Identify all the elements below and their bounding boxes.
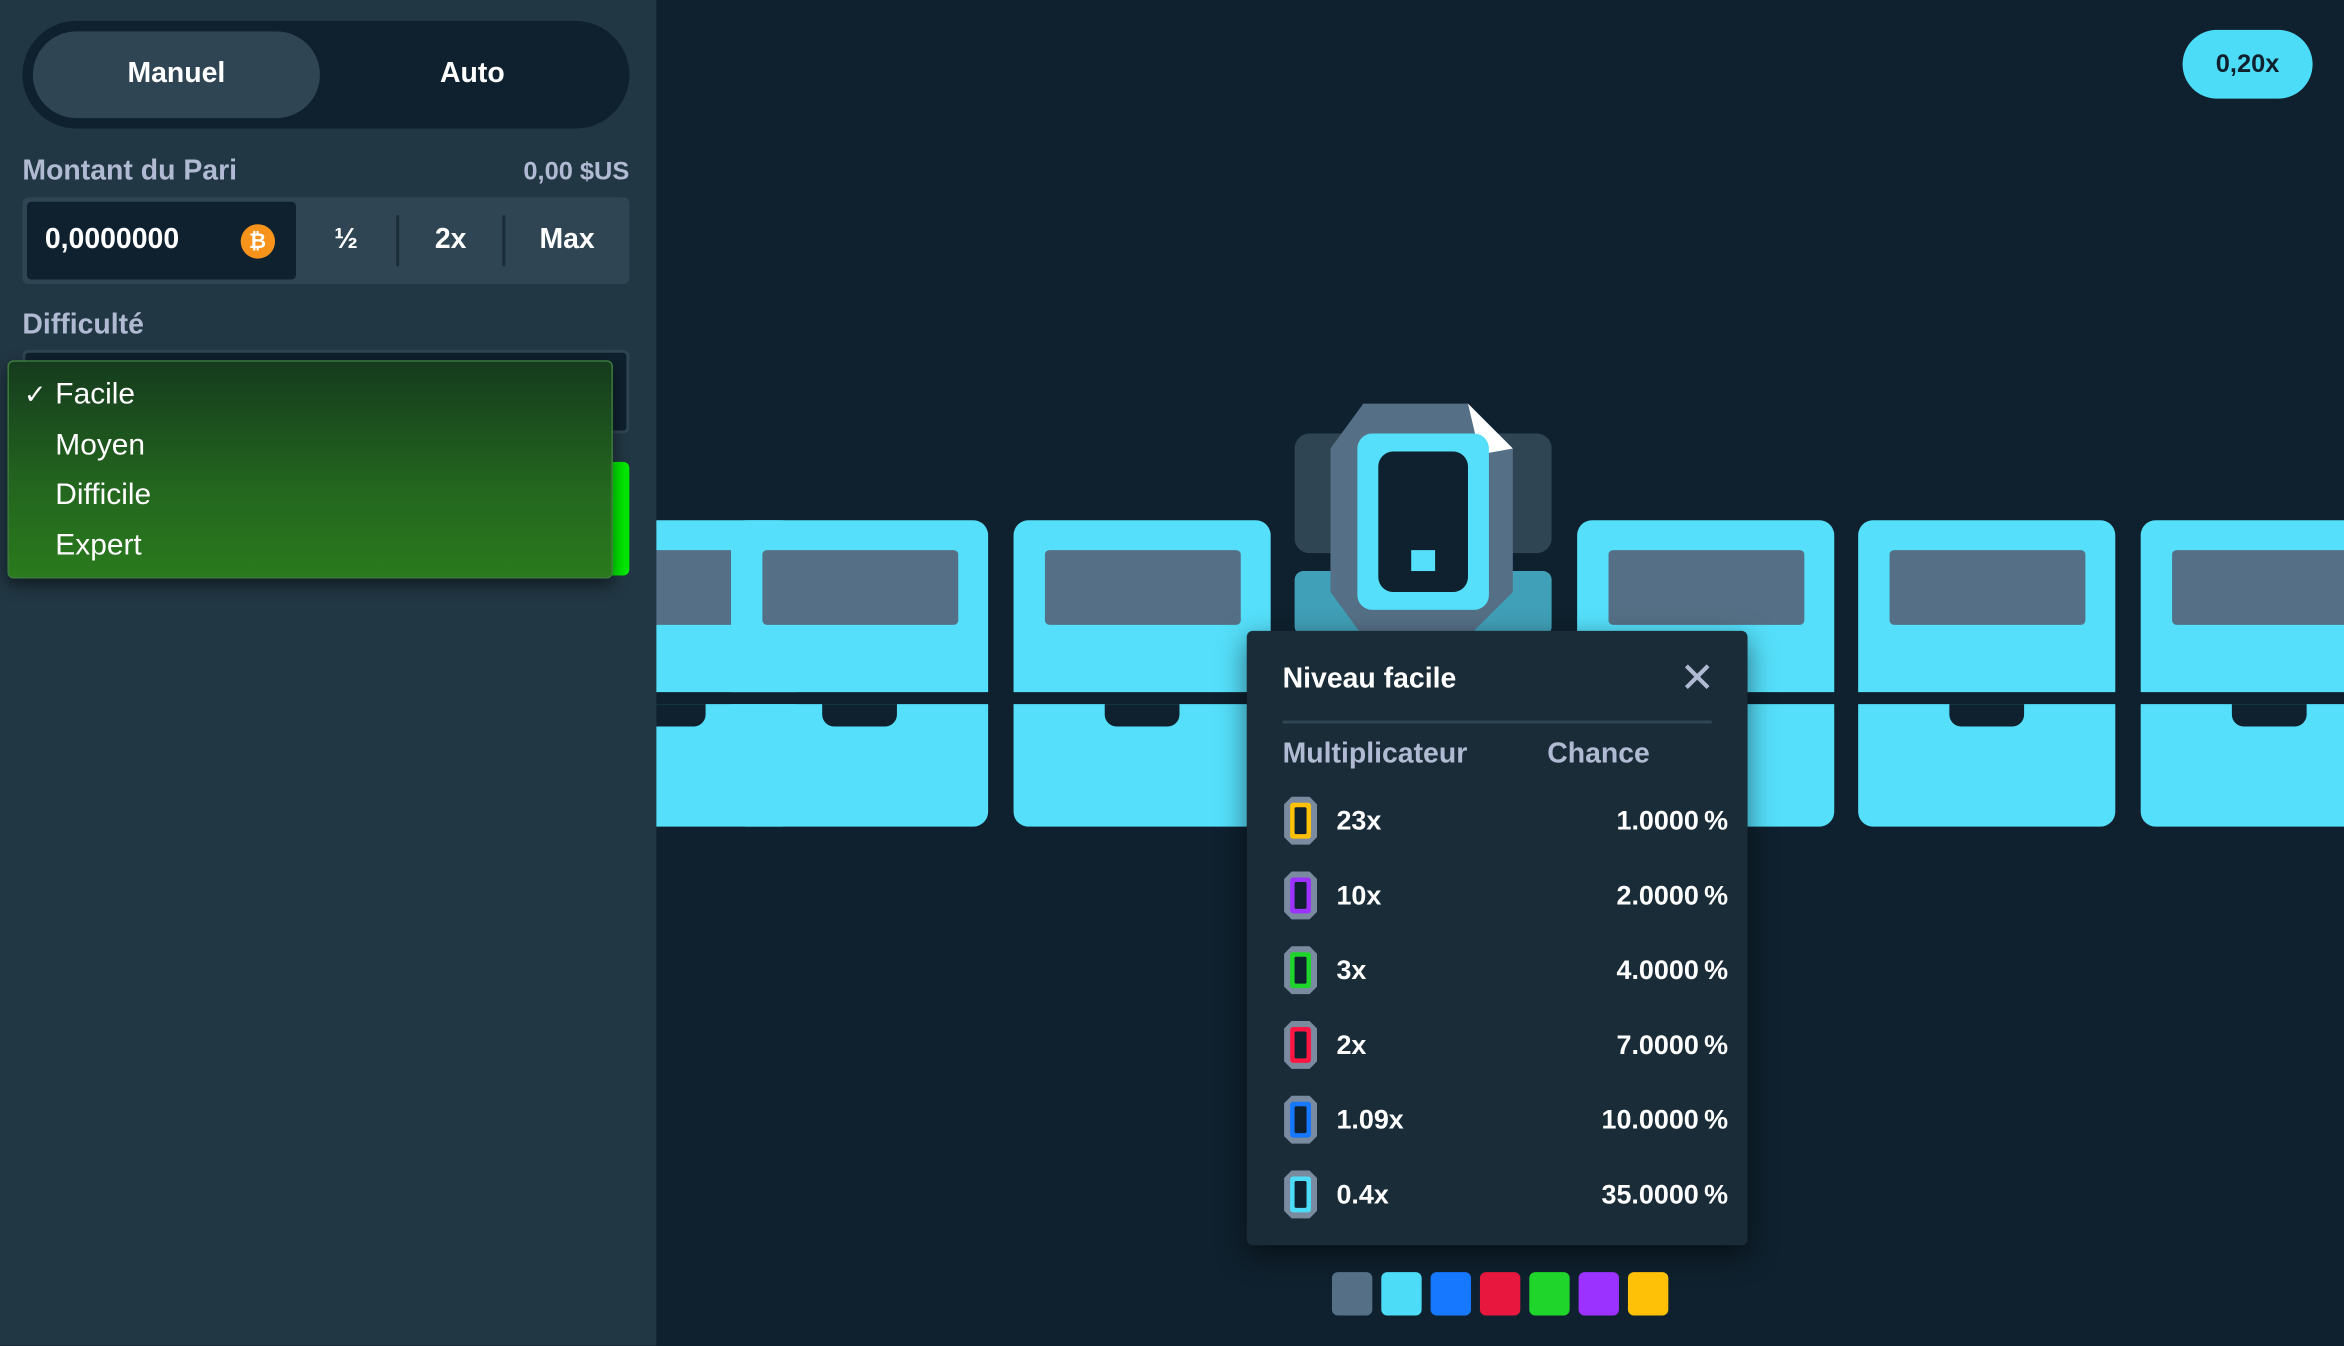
chance-column-header: Chance [1547,738,1650,770]
bet-amount-label: Montant du Pari [22,155,238,187]
manual-mode-button[interactable]: Manuel [32,31,320,119]
bet-amount-group: 0,0000000 ₿ ½ 2x Max [22,197,630,285]
odds-chance: 2.0000 % [1616,879,1729,910]
odds-row: 1.09x 10.0000 % [1283,1093,1728,1147]
swatch-green [1529,1272,1570,1316]
swatch-yellow [1627,1272,1669,1316]
odds-chance: 4.0000 % [1616,954,1729,985]
difficulty-label: Difficulté [22,309,144,341]
double-bet-button[interactable]: 2x [399,197,501,284]
odds-row: 0.4x 35.0000 % [1283,1168,1728,1222]
cyan-gem-icon [1284,1170,1318,1219]
odds-row: 3x 4.0000 % [1283,943,1728,997]
sidebar-panel: Manuel Auto Montant du Pari 0,00 $US 0,0… [0,0,657,1346]
odds-row: 23x 1.0000 % [1283,794,1728,848]
chest [731,520,989,827]
bet-balance: 0,00 $US [523,156,630,186]
bet-amount-value: 0,0000000 [44,224,180,256]
popup-title: Niveau facile [1282,663,1457,696]
green-gem-icon [1284,946,1318,995]
chest [1013,520,1271,827]
odds-multiplier: 1.09x [1336,1103,1404,1134]
cyan-gem-icon [1330,403,1513,637]
odds-chance: 10.0000 % [1601,1103,1729,1134]
max-bet-button[interactable]: Max [505,197,630,284]
difficulty-option-difficile[interactable]: Difficile [9,471,611,521]
bet-amount-label-row: Montant du Pari 0,00 $US [22,155,629,188]
difficulty-dropdown: ✓ Facile Moyen Difficile Expert [7,360,613,579]
odds-multiplier: 10x [1336,879,1382,910]
gem-color-swatches [1331,1272,1669,1316]
odds-multiplier: 3x [1336,954,1367,985]
difficulty-option-facile[interactable]: ✓ Facile [9,371,611,421]
odds-multiplier: 2x [1336,1029,1367,1060]
odds-row: 2x 7.0000 % [1283,1018,1728,1072]
checkmark-icon: ✓ [23,380,47,410]
odds-chance: 7.0000 % [1616,1029,1729,1060]
swatch-purple [1578,1272,1619,1316]
divider [1282,720,1712,724]
odds-chance: 1.0000 % [1616,805,1729,835]
odds-chance: 35.0000 % [1601,1178,1729,1209]
difficulty-option-moyen[interactable]: Moyen [9,421,611,471]
close-icon[interactable]: ✕ [1680,657,1715,699]
chest [2140,520,2344,827]
odds-multiplier: 23x [1336,805,1382,835]
difficulty-option-label: Expert [55,528,142,562]
odds-row: 10x 2.0000 % [1283,869,1728,923]
red-gem-icon [1284,1021,1318,1069]
difficulty-option-label: Facile [55,378,136,412]
auto-mode-button[interactable]: Auto [326,31,619,118]
swatch-gray [1331,1272,1373,1316]
difficulty-option-expert[interactable]: Expert [9,521,611,571]
half-bet-button[interactable]: ½ [296,197,397,284]
chest [1858,520,2116,827]
difficulty-option-label: Moyen [55,428,146,462]
blue-gem-icon [1284,1095,1318,1144]
swatch-blue [1430,1272,1471,1316]
difficulty-label-row: Difficulté [22,309,629,342]
multiplier-column-header: Multiplicateur [1282,738,1468,770]
last-multiplier-pill[interactable]: 0,20x [2182,29,2313,99]
bitcoin-icon: ₿ [240,223,275,258]
mode-toggle: Manuel Auto [22,20,630,129]
bet-amount-input[interactable]: 0,0000000 ₿ [26,201,296,280]
purple-gem-icon [1284,871,1318,920]
difficulty-info-popup: Niveau facile ✕ Multiplicateur Chance 23… [1246,630,1748,1246]
difficulty-option-label: Difficile [55,478,152,512]
swatch-red [1479,1272,1521,1316]
yellow-gem-icon [1284,796,1318,845]
odds-multiplier: 0.4x [1336,1178,1389,1209]
swatch-cyan [1381,1272,1422,1316]
